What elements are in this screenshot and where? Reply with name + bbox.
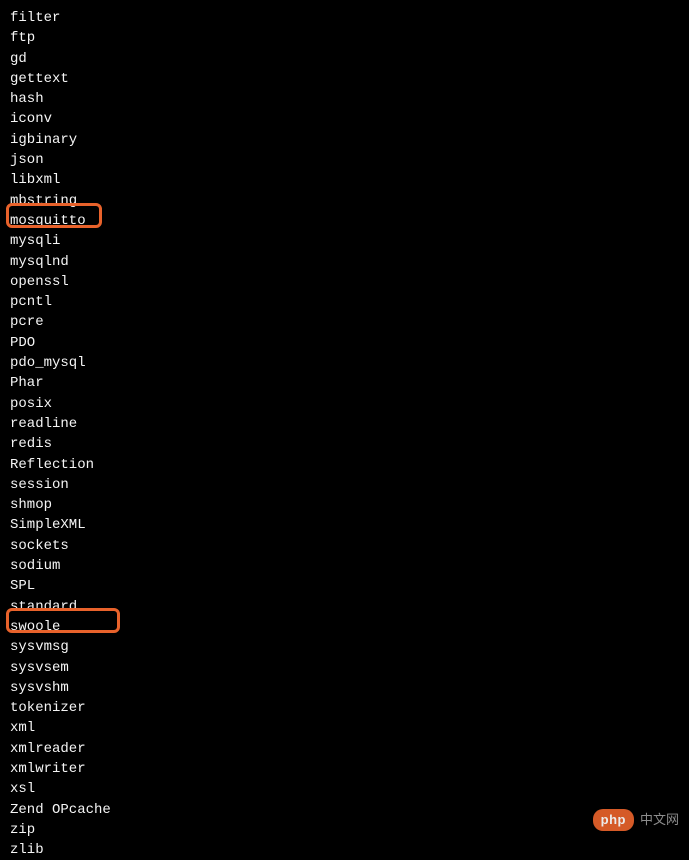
- module-item: libxml: [10, 170, 679, 190]
- module-item: sockets: [10, 536, 679, 556]
- module-item: PDO: [10, 333, 679, 353]
- module-item: zlib: [10, 840, 679, 860]
- watermark-badge: php: [593, 809, 634, 831]
- module-item: pcntl: [10, 292, 679, 312]
- module-item: iconv: [10, 109, 679, 129]
- module-item: sysvsem: [10, 658, 679, 678]
- module-item: sodium: [10, 556, 679, 576]
- module-item: xmlreader: [10, 739, 679, 759]
- module-item: session: [10, 475, 679, 495]
- module-item: SimpleXML: [10, 515, 679, 535]
- module-item: pdo_mysql: [10, 353, 679, 373]
- module-item: xmlwriter: [10, 759, 679, 779]
- module-item: tokenizer: [10, 698, 679, 718]
- watermark-text: 中文网: [640, 810, 679, 830]
- module-item: readline: [10, 414, 679, 434]
- module-item: SPL: [10, 576, 679, 596]
- php-modules-list: filterftpgdgettexthashiconvigbinaryjsonl…: [10, 8, 679, 860]
- module-item: swoole: [10, 617, 679, 637]
- module-item: filter: [10, 8, 679, 28]
- module-item: pcre: [10, 312, 679, 332]
- module-item: zip: [10, 820, 679, 840]
- module-item: redis: [10, 434, 679, 454]
- module-item: openssl: [10, 272, 679, 292]
- module-item: igbinary: [10, 130, 679, 150]
- module-item: Reflection: [10, 455, 679, 475]
- module-item: standard: [10, 597, 679, 617]
- watermark: php 中文网: [593, 809, 679, 831]
- module-item: posix: [10, 394, 679, 414]
- module-item: sysvmsg: [10, 637, 679, 657]
- module-item: gettext: [10, 69, 679, 89]
- module-item: Phar: [10, 373, 679, 393]
- module-item: shmop: [10, 495, 679, 515]
- module-item: Zend OPcache: [10, 800, 679, 820]
- module-item: ftp: [10, 28, 679, 48]
- module-item: mysqli: [10, 231, 679, 251]
- module-item: json: [10, 150, 679, 170]
- module-item: mosquitto: [10, 211, 679, 231]
- module-item: hash: [10, 89, 679, 109]
- module-item: sysvshm: [10, 678, 679, 698]
- module-item: xsl: [10, 779, 679, 799]
- module-item: xml: [10, 718, 679, 738]
- module-item: mbstring: [10, 191, 679, 211]
- module-item: gd: [10, 49, 679, 69]
- module-item: mysqlnd: [10, 252, 679, 272]
